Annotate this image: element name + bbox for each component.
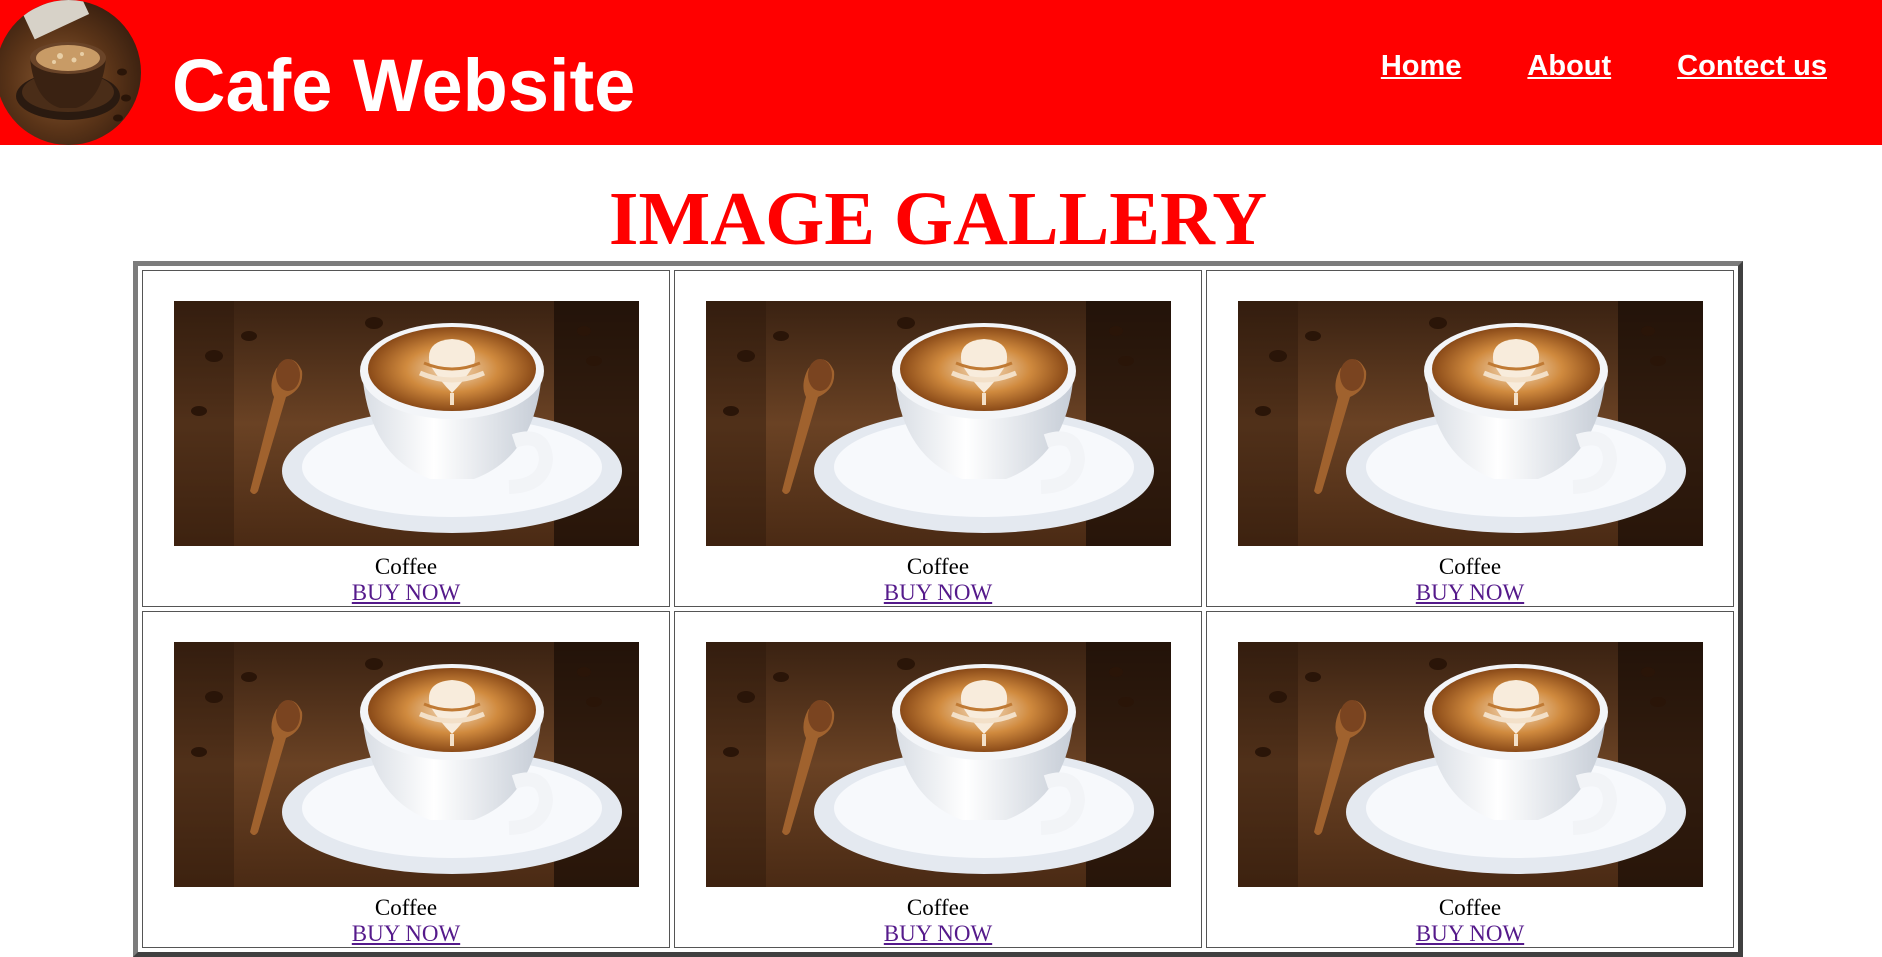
gallery-cell: Coffee BUY NOW [1206, 611, 1734, 948]
gallery-cell: Coffee BUY NOW [142, 611, 670, 948]
coffee-cup-icon [0, 0, 141, 145]
coffee-photo [174, 301, 639, 546]
coffee-photo [174, 642, 639, 887]
buy-now-link[interactable]: BUY NOW [884, 921, 992, 947]
nav-home-link[interactable]: Home [1381, 50, 1462, 83]
buy-now-link[interactable]: BUY NOW [1416, 580, 1524, 606]
buy-now-link[interactable]: BUY NOW [352, 921, 460, 947]
nav-contact-link[interactable]: Contect us [1677, 50, 1827, 83]
coffee-photo [1238, 301, 1703, 546]
item-caption: Coffee [906, 554, 970, 579]
item-caption: Coffee [906, 895, 970, 920]
buy-now-link[interactable]: BUY NOW [352, 580, 460, 606]
item-caption: Coffee [374, 554, 438, 579]
gallery-cell: Coffee BUY NOW [142, 270, 670, 607]
image-gallery-table: Coffee BUY NOW Coffee BUY NOW Coffee BUY… [133, 261, 1743, 957]
nav-about-link[interactable]: About [1527, 50, 1611, 83]
gallery-cell: Coffee BUY NOW [674, 270, 1202, 607]
coffee-photo [706, 301, 1171, 546]
item-caption: Coffee [374, 895, 438, 920]
coffee-photo [706, 642, 1171, 887]
coffee-photo [1238, 642, 1703, 887]
item-caption: Coffee [1438, 895, 1502, 920]
buy-now-link[interactable]: BUY NOW [1416, 921, 1524, 947]
gallery-cell: Coffee BUY NOW [1206, 270, 1734, 607]
item-caption: Coffee [1438, 554, 1502, 579]
site-header: Cafe Website Home About Contect us [0, 0, 1882, 145]
buy-now-link[interactable]: BUY NOW [884, 580, 992, 606]
main-nav: Home About Contect us [1381, 50, 1827, 83]
gallery-title: IMAGE GALLERY [608, 177, 1268, 261]
site-title: Cafe Website [172, 44, 636, 127]
gallery-cell: Coffee BUY NOW [674, 611, 1202, 948]
